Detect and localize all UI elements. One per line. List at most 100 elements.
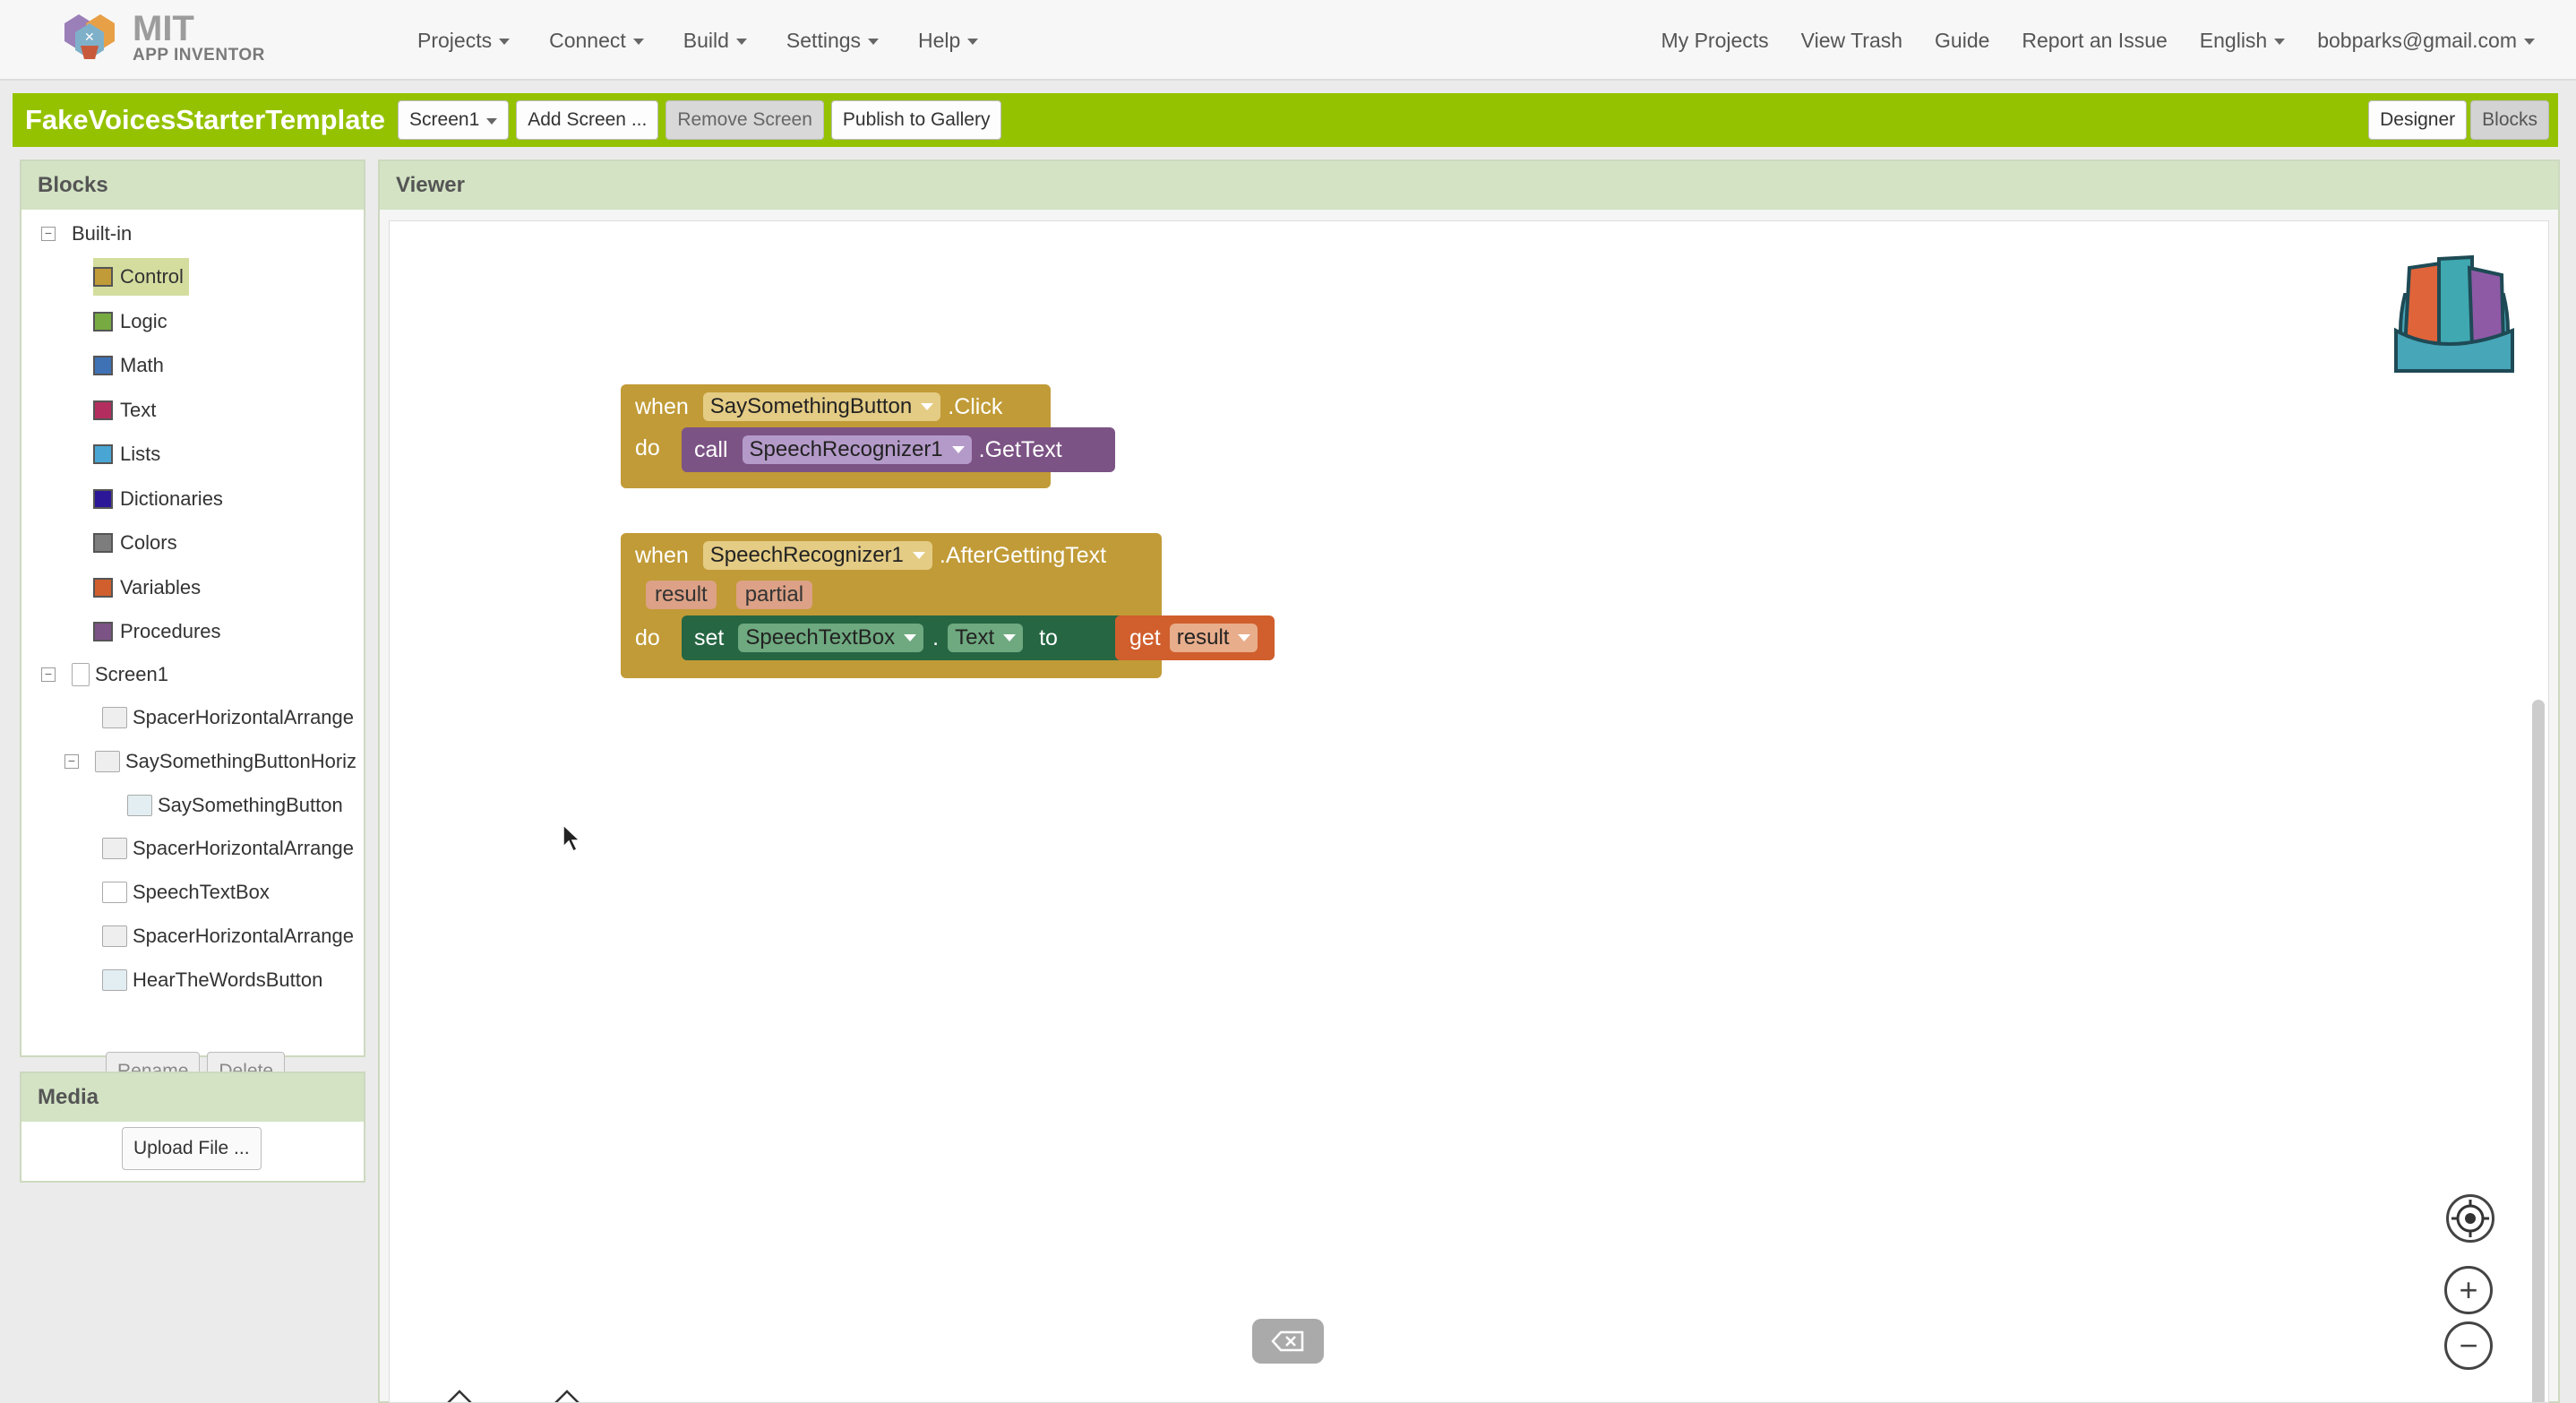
arrangement-icon xyxy=(95,750,120,772)
zoom-in-button[interactable]: + xyxy=(2444,1266,2493,1314)
scroll-arrows-icon[interactable] xyxy=(442,1386,585,1403)
collapse-icon[interactable]: − xyxy=(41,667,56,682)
svg-text:✕: ✕ xyxy=(84,30,95,45)
builtin-item-procedures[interactable]: Procedures xyxy=(93,613,221,650)
category-swatch-icon xyxy=(93,577,113,598)
do-label: do xyxy=(635,624,660,650)
chevron-down-icon xyxy=(921,403,934,410)
chevron-down-icon xyxy=(1238,634,1251,641)
menu-help[interactable]: Help xyxy=(898,29,998,53)
call-block-gettext[interactable]: call SpeechRecognizer1 .GetText xyxy=(682,427,1115,472)
when-label: when xyxy=(635,393,689,419)
component-item[interactable]: SpacerHorizontalArrange xyxy=(102,917,354,955)
component-dropdown-label: SaySomethingButton xyxy=(709,394,913,418)
publish-gallery-button[interactable]: Publish to Gallery xyxy=(830,100,1002,140)
builtin-item-variables[interactable]: Variables xyxy=(93,569,201,607)
link-my-projects[interactable]: My Projects xyxy=(1645,29,1785,53)
builtin-item-logic[interactable]: Logic xyxy=(93,303,167,340)
call-component-label: SpeechRecognizer1 xyxy=(749,437,943,461)
backpack-icon[interactable] xyxy=(2369,241,2521,375)
set-component-dropdown[interactable]: SpeechTextBox xyxy=(738,624,924,652)
logo-title: MIT xyxy=(133,8,194,48)
link-report-issue[interactable]: Report an Issue xyxy=(2005,29,2183,53)
get-label: get xyxy=(1129,624,1161,650)
chevron-down-icon xyxy=(1003,634,1017,641)
menu-settings-label: Settings xyxy=(786,28,862,52)
account-menu[interactable]: bobparks@gmail.com xyxy=(2301,29,2551,53)
component-item[interactable]: SpeechTextBox xyxy=(102,874,270,911)
builtin-item-control[interactable]: Control xyxy=(93,258,189,296)
arrangement-icon xyxy=(102,838,127,860)
plus-icon: + xyxy=(2459,1271,2478,1308)
method-name: .GetText xyxy=(978,436,1062,462)
builtin-item-label: Lists xyxy=(120,443,161,465)
main-menu: Projects Connect Build Settings Help xyxy=(398,0,998,81)
screen-select[interactable]: Screen1 xyxy=(398,100,510,140)
category-swatch-icon xyxy=(93,400,113,420)
screen-select-label: Screen1 xyxy=(409,109,480,130)
menu-connect-label: Connect xyxy=(549,28,626,52)
param-result[interactable]: result xyxy=(646,581,717,609)
component-item[interactable]: SpacerHorizontalArrange xyxy=(102,699,354,736)
menu-build[interactable]: Build xyxy=(664,29,767,53)
builtin-item-label: Procedures xyxy=(120,620,221,642)
set-label: set xyxy=(694,624,725,650)
builtin-item-label: Variables xyxy=(120,575,202,598)
workspace-scrollbar[interactable] xyxy=(2532,700,2545,1402)
menu-connect[interactable]: Connect xyxy=(529,29,664,53)
zoom-out-button[interactable]: − xyxy=(2444,1321,2493,1370)
builtin-item-label: Control xyxy=(120,265,184,288)
upload-file-button[interactable]: Upload File ... xyxy=(122,1127,262,1170)
builtin-item-math[interactable]: Math xyxy=(93,347,164,384)
app-inventor-logo[interactable]: ✕ MIT APP INVENTOR xyxy=(54,5,269,68)
add-screen-button[interactable]: Add Screen ... xyxy=(516,100,659,140)
language-menu[interactable]: English xyxy=(2184,29,2301,53)
builtin-item-dictionaries[interactable]: Dictionaries xyxy=(93,480,223,518)
remove-screen-button[interactable]: Remove Screen xyxy=(665,100,824,140)
chevron-down-icon xyxy=(2274,38,2286,45)
dot-label: . xyxy=(932,624,940,650)
blocks-button[interactable]: Blocks xyxy=(2470,100,2549,140)
tree-screen1-label: Screen1 xyxy=(95,663,168,685)
set-block-text[interactable]: set SpeechTextBox . Text to xyxy=(682,615,1129,660)
link-guide[interactable]: Guide xyxy=(1919,29,2005,53)
component-item[interactable]: − SaySomethingButtonHoriz xyxy=(64,743,356,780)
builtin-item-colors[interactable]: Colors xyxy=(93,524,177,562)
collapse-icon[interactable]: − xyxy=(64,753,79,769)
designer-button[interactable]: Designer xyxy=(2368,100,2468,140)
builtin-item-label: Colors xyxy=(120,531,177,554)
button-icon xyxy=(102,968,127,991)
when-label: when xyxy=(635,542,689,568)
do-label: do xyxy=(635,435,660,460)
collapse-icon[interactable]: − xyxy=(41,227,56,241)
tree-builtin[interactable]: − Built-in xyxy=(41,215,132,253)
component-item[interactable]: HearTheWordsButton xyxy=(102,961,322,999)
target-icon xyxy=(2451,1200,2489,1237)
builtin-item-text[interactable]: Text xyxy=(93,392,156,429)
tree-screen1[interactable]: − Screen1 xyxy=(41,656,168,693)
builtin-item-lists[interactable]: Lists xyxy=(93,435,160,473)
menu-projects[interactable]: Projects xyxy=(398,29,529,53)
param-partial[interactable]: partial xyxy=(735,581,813,609)
call-component-dropdown[interactable]: SpeechRecognizer1 xyxy=(742,435,972,464)
link-view-trash[interactable]: View Trash xyxy=(1785,29,1919,53)
recenter-button[interactable] xyxy=(2446,1194,2494,1243)
menu-projects-label: Projects xyxy=(417,28,493,52)
blocks-workspace[interactable]: when SaySomethingButton .Click do call S… xyxy=(389,220,2549,1403)
backspace-icon xyxy=(1271,1330,1304,1352)
menu-settings[interactable]: Settings xyxy=(767,29,898,53)
get-var-dropdown[interactable]: result xyxy=(1169,624,1258,652)
get-block-result[interactable]: get result xyxy=(1115,615,1275,660)
component-item[interactable]: SpacerHorizontalArrange xyxy=(102,830,354,867)
project-toolbar: FakeVoicesStarterTemplate Screen1 Add Sc… xyxy=(13,93,2558,147)
property-dropdown[interactable]: Text xyxy=(948,624,1024,652)
clear-workspace-button[interactable] xyxy=(1252,1319,1324,1364)
component-item[interactable]: SaySomethingButton xyxy=(127,787,343,824)
component-dropdown[interactable]: SpeechRecognizer1 xyxy=(702,541,932,570)
category-swatch-icon xyxy=(93,444,113,464)
top-navbar: ✕ MIT APP INVENTOR Projects Connect Buil… xyxy=(0,0,2576,81)
category-swatch-icon xyxy=(93,356,113,375)
component-dropdown[interactable]: SaySomethingButton xyxy=(702,392,941,421)
chevron-down-icon xyxy=(486,117,498,125)
chevron-down-icon xyxy=(499,38,511,45)
